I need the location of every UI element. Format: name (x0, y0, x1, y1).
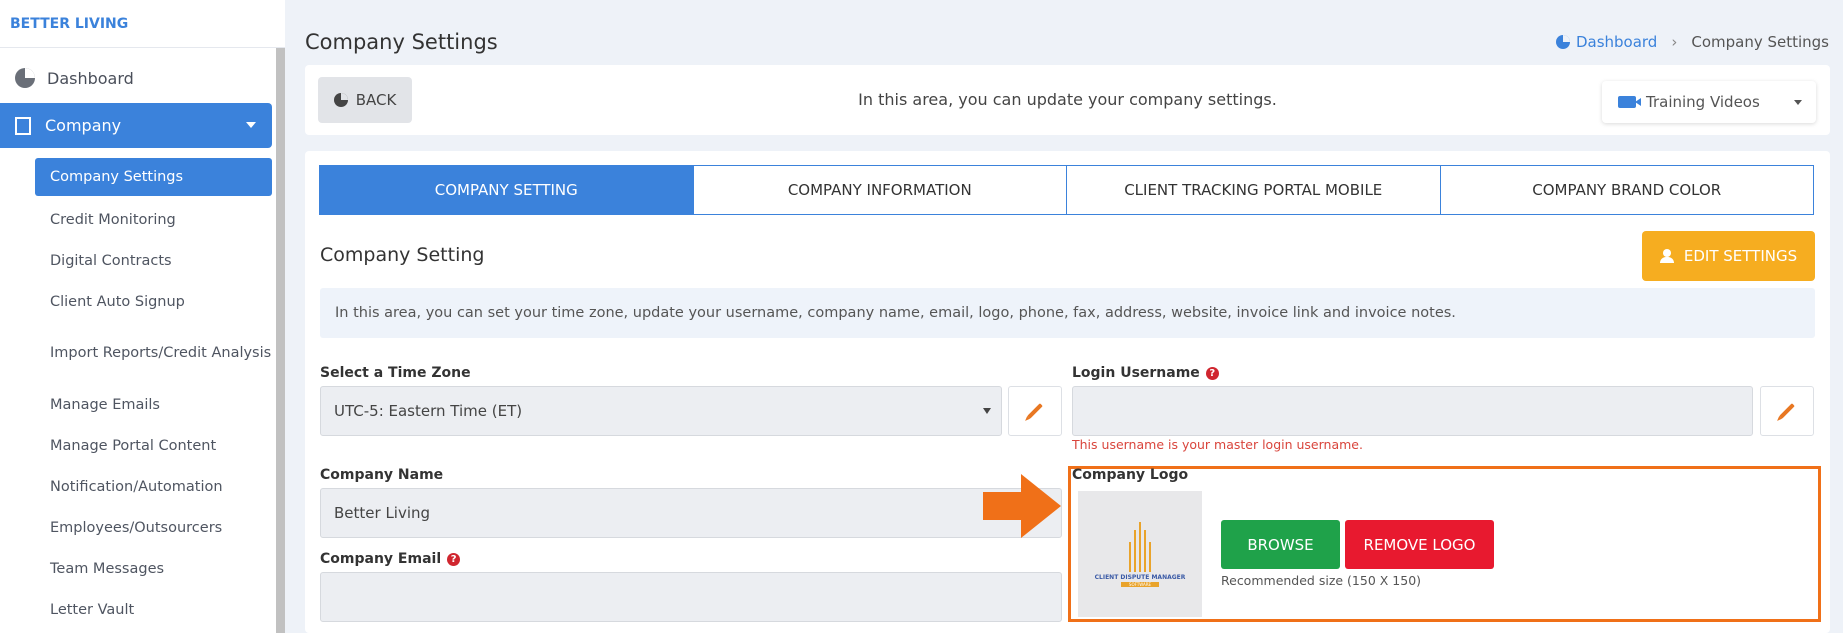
login-username-label-text: Login Username (1072, 365, 1200, 381)
brand-name[interactable]: BETTER LIVING (0, 0, 285, 48)
breadcrumb: Dashboard › Company Settings (1555, 33, 1829, 51)
company-logo-label: Company Logo (1072, 467, 1188, 483)
tab-company-setting[interactable]: COMPANY SETTING (320, 166, 694, 214)
training-videos-label: Training Videos (1646, 93, 1760, 111)
submenu-item-letter-vault[interactable]: Letter Vault (35, 589, 272, 630)
edit-username-button[interactable] (1760, 386, 1814, 436)
help-icon[interactable]: ? (1205, 366, 1219, 380)
company-logo-image: CLIENT DISPUTE MANAGER SOFTWARE (1078, 491, 1202, 617)
video-camera-icon (1618, 96, 1641, 108)
chevron-right-icon: › (1671, 33, 1678, 51)
login-username-label: Login Username ? (1072, 365, 1219, 381)
logo-text: CLIENT DISPUTE MANAGER (1094, 573, 1186, 581)
scrollbar-thumb[interactable] (276, 48, 285, 633)
submenu-item-team-messages[interactable]: Team Messages (35, 548, 272, 589)
submenu-item-notification-automation[interactable]: Notification/Automation (35, 466, 272, 507)
submenu-item-manage-portal-content[interactable]: Manage Portal Content (35, 425, 272, 466)
chevron-down-icon (246, 122, 256, 128)
submenu-item-digital-contracts[interactable]: Digital Contracts (35, 240, 272, 281)
remove-logo-button[interactable]: REMOVE LOGO (1345, 520, 1494, 569)
timezone-select[interactable]: UTC-5: Eastern Time (ET) (320, 386, 1002, 436)
company-name-field[interactable]: Better Living (320, 488, 1062, 538)
chevron-down-icon (1794, 100, 1802, 105)
tab-company-information[interactable]: COMPANY INFORMATION (694, 166, 1067, 214)
building-icon (15, 116, 31, 135)
breadcrumb-home-label: Dashboard (1575, 33, 1658, 51)
sidebar: BETTER LIVING Dashboard Company Company … (0, 0, 285, 633)
page-title: Company Settings (305, 30, 498, 54)
company-submenu: Company Settings Credit Monitoring Digit… (35, 158, 272, 630)
tab-client-tracking-portal-mobile[interactable]: CLIENT TRACKING PORTAL MOBILE (1067, 166, 1441, 214)
sidebar-scrollbar[interactable] (276, 48, 285, 633)
browse-button[interactable]: BROWSE (1221, 520, 1340, 569)
pencil-icon (1027, 403, 1043, 419)
timezone-label: Select a Time Zone (320, 365, 471, 381)
edit-settings-label: EDIT SETTINGS (1683, 247, 1798, 265)
user-edit-icon (1659, 249, 1676, 263)
edit-timezone-button[interactable] (1008, 386, 1062, 436)
logo-graphic (1129, 521, 1151, 572)
company-logo-label-text: Company Logo (1072, 467, 1189, 483)
submenu-item-company-settings[interactable]: Company Settings (35, 158, 272, 196)
tab-company-brand-color[interactable]: COMPANY BRAND COLOR (1441, 166, 1814, 214)
timezone-label-text: Select a Time Zone (320, 365, 471, 381)
help-icon[interactable]: ? (447, 552, 461, 566)
sidebar-item-label: Company (45, 116, 122, 135)
sidebar-item-dashboard[interactable]: Dashboard (0, 60, 272, 96)
submenu-item-import-reports[interactable]: Import Reports/Credit Analysis (35, 322, 272, 384)
settings-tabs: COMPANY SETTING COMPANY INFORMATION CLIE… (319, 165, 1814, 215)
edit-settings-button[interactable]: EDIT SETTINGS (1642, 231, 1815, 281)
sidebar-item-label: Dashboard (47, 68, 134, 88)
submenu-item-client-auto-signup[interactable]: Client Auto Signup (35, 281, 272, 322)
timezone-value: UTC-5: Eastern Time (ET) (334, 402, 523, 420)
breadcrumb-dashboard-link[interactable]: Dashboard (1555, 33, 1658, 51)
back-button-label: BACK (355, 91, 397, 109)
company-name-value: Better Living (334, 504, 431, 522)
arrow-right-icon (983, 474, 1061, 538)
username-error-text: This username is your master login usern… (1072, 437, 1363, 452)
submenu-item-manage-emails[interactable]: Manage Emails (35, 384, 272, 425)
company-name-label: Company Name (320, 467, 443, 483)
back-button[interactable]: BACK (318, 77, 412, 123)
section-info-text: In this area, you can set your time zone… (320, 288, 1815, 338)
breadcrumb-current: Company Settings (1691, 33, 1829, 51)
sidebar-item-company[interactable]: Company (0, 103, 272, 148)
submenu-item-employees-outsourcers[interactable]: Employees/Outsourcers (35, 507, 272, 548)
login-username-field[interactable] (1072, 386, 1753, 436)
chevron-down-icon (983, 408, 991, 414)
pie-chart-icon (333, 93, 348, 107)
logo-subtext: SOFTWARE (1120, 581, 1160, 587)
company-email-label: Company Email ? (320, 551, 461, 567)
training-videos-dropdown[interactable]: Training Videos (1602, 81, 1816, 123)
submenu-item-credit-monitoring[interactable]: Credit Monitoring (35, 199, 272, 240)
section-title: Company Setting (320, 244, 485, 266)
company-email-label-text: Company Email (320, 551, 442, 567)
pie-chart-icon (1555, 35, 1570, 49)
top-bar-card: In this area, you can update your compan… (305, 65, 1830, 135)
recommended-size-text: Recommended size (150 X 150) (1221, 573, 1422, 588)
company-email-field[interactable] (320, 572, 1062, 622)
company-name-label-text: Company Name (320, 467, 444, 483)
pie-chart-icon (15, 68, 35, 88)
pencil-icon (1779, 403, 1795, 419)
